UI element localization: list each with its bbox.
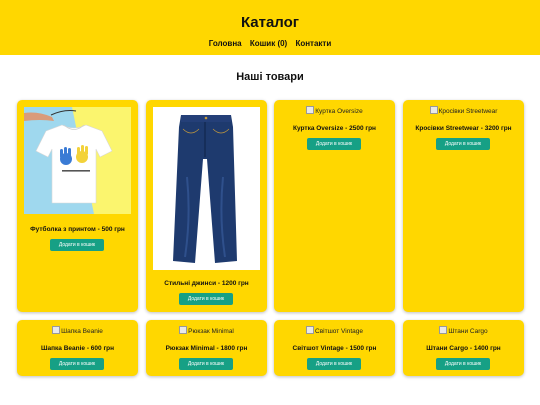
product-image-jeans [153,107,260,270]
broken-image: Світшот Vintage [274,326,395,336]
add-to-cart-button[interactable]: Додати в кошик [50,358,104,370]
add-to-cart-button[interactable]: Додати в кошик [436,138,490,150]
image-alt-text: Кросівки Streetwear [438,108,498,115]
product-card: Куртка Oversize Куртка Oversize - 2500 г… [274,100,395,312]
broken-image-icon [179,326,188,334]
nav-contacts-link[interactable]: Контакти [295,38,331,49]
add-to-cart-button[interactable]: Додати в кошик [436,358,490,370]
image-alt-text: Куртка Oversize [315,108,363,115]
tshirt-image [24,107,131,214]
nav-home-link[interactable]: Головна [209,38,242,49]
add-to-cart-button[interactable]: Додати в кошик [179,358,233,370]
broken-image-icon [439,326,448,334]
broken-image-icon [306,326,315,334]
image-alt-text: Рюкзак Minimal [188,328,234,335]
broken-image: Штани Cargo [403,326,524,336]
page-title: Каталог [240,14,300,31]
product-name: Куртка Oversize - 2500 грн [293,125,376,132]
product-name: Кросівки Streetwear - 3200 грн [415,125,512,132]
product-name: Шапка Beanie - 600 грн [40,345,115,352]
image-alt-text: Світшот Vintage [315,328,363,335]
section-title: Наші товари [236,71,304,83]
product-name: Футболка з принтом - 500 грн [30,226,125,233]
broken-image-icon [52,326,61,334]
product-name: Штани Cargo - 1400 грн [426,345,501,352]
product-name: Рюкзак Minimal - 1800 грн [165,345,248,352]
image-alt-text: Шапка Beanie [61,328,103,335]
broken-image: Шапка Beanie [17,326,138,336]
add-to-cart-button[interactable]: Додати в кошик [50,239,104,251]
product-name: Стильні джинси - 1200 грн [164,280,249,287]
image-alt-text: Штани Cargo [448,328,488,335]
jeans-image [153,107,260,270]
product-card: Рюкзак Minimal Рюкзак Minimal - 1800 грн… [146,320,267,376]
add-to-cart-button[interactable]: Додати в кошик [179,293,233,305]
broken-image: Куртка Oversize [274,106,395,116]
site-header: Каталог Головна Кошик (0) Контакти [0,0,540,55]
product-card: Стильні джинси - 1200 грн Додати в кошик [146,100,267,312]
broken-image: Рюкзак Minimal [146,326,267,336]
product-card: Світшот Vintage Світшот Vintage - 1500 г… [274,320,395,376]
broken-image-icon [429,106,438,114]
product-image-tshirt [24,107,131,214]
add-to-cart-button[interactable]: Додати в кошик [307,138,361,150]
product-name: Світшот Vintage - 1500 грн [292,345,377,352]
product-card: Шапка Beanie Шапка Beanie - 600 грн Дода… [17,320,138,376]
nav-cart-link[interactable]: Кошик (0) [250,38,287,49]
product-card: Штани Cargo Штани Cargo - 1400 грн Додат… [403,320,524,376]
broken-image: Кросівки Streetwear [403,106,524,116]
product-card: Кросівки Streetwear Кросівки Streetwear … [403,100,524,312]
broken-image-icon [306,106,315,114]
main-nav: Головна Кошик (0) Контакти [0,38,540,49]
product-card: Футболка з принтом - 500 грн Додати в ко… [17,100,138,312]
add-to-cart-button[interactable]: Додати в кошик [307,358,361,370]
